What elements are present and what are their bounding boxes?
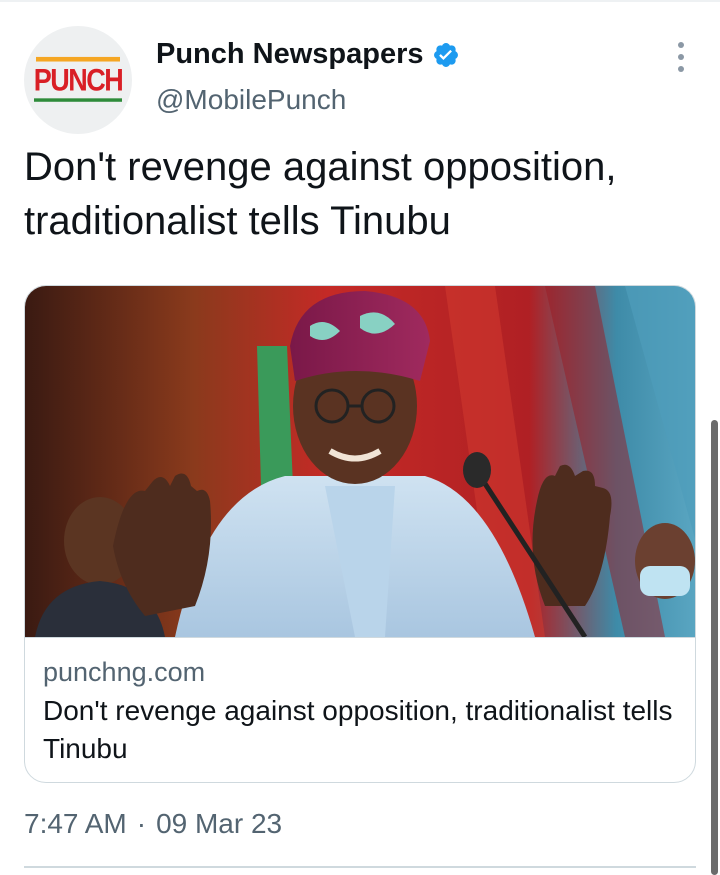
link-card[interactable]: punchng.com Don't revenge against opposi…: [24, 285, 696, 783]
avatar[interactable]: PUNCH: [24, 26, 132, 134]
card-title: Don't revenge against opposition, tradit…: [43, 695, 673, 764]
author-name-row: Punch Newspapers: [156, 38, 460, 71]
verified-badge-icon: [433, 42, 458, 67]
tweet-date[interactable]: 09 Mar 23: [156, 808, 282, 840]
bottom-divider: [24, 866, 696, 868]
tweet-text: Don't revenge against opposition, tradit…: [24, 145, 617, 243]
display-name[interactable]: Punch Newspapers: [156, 38, 424, 71]
card-domain: punchng.com: [43, 657, 206, 687]
author-handle[interactable]: @MobilePunch: [156, 84, 346, 116]
card-photo: [25, 286, 695, 637]
punch-logo: PUNCH: [33, 56, 124, 102]
card-image[interactable]: [25, 286, 695, 637]
top-divider: [0, 0, 720, 2]
tweet-time[interactable]: 7:47 AM: [24, 808, 127, 840]
scrollbar[interactable]: [711, 420, 718, 875]
tweet-meta: 7:47 AM · 09 Mar 23: [24, 808, 282, 840]
meta-separator: ·: [136, 808, 147, 839]
card-body[interactable]: punchng.com Don't revenge against opposi…: [25, 637, 695, 782]
more-options-icon[interactable]: [672, 42, 690, 72]
